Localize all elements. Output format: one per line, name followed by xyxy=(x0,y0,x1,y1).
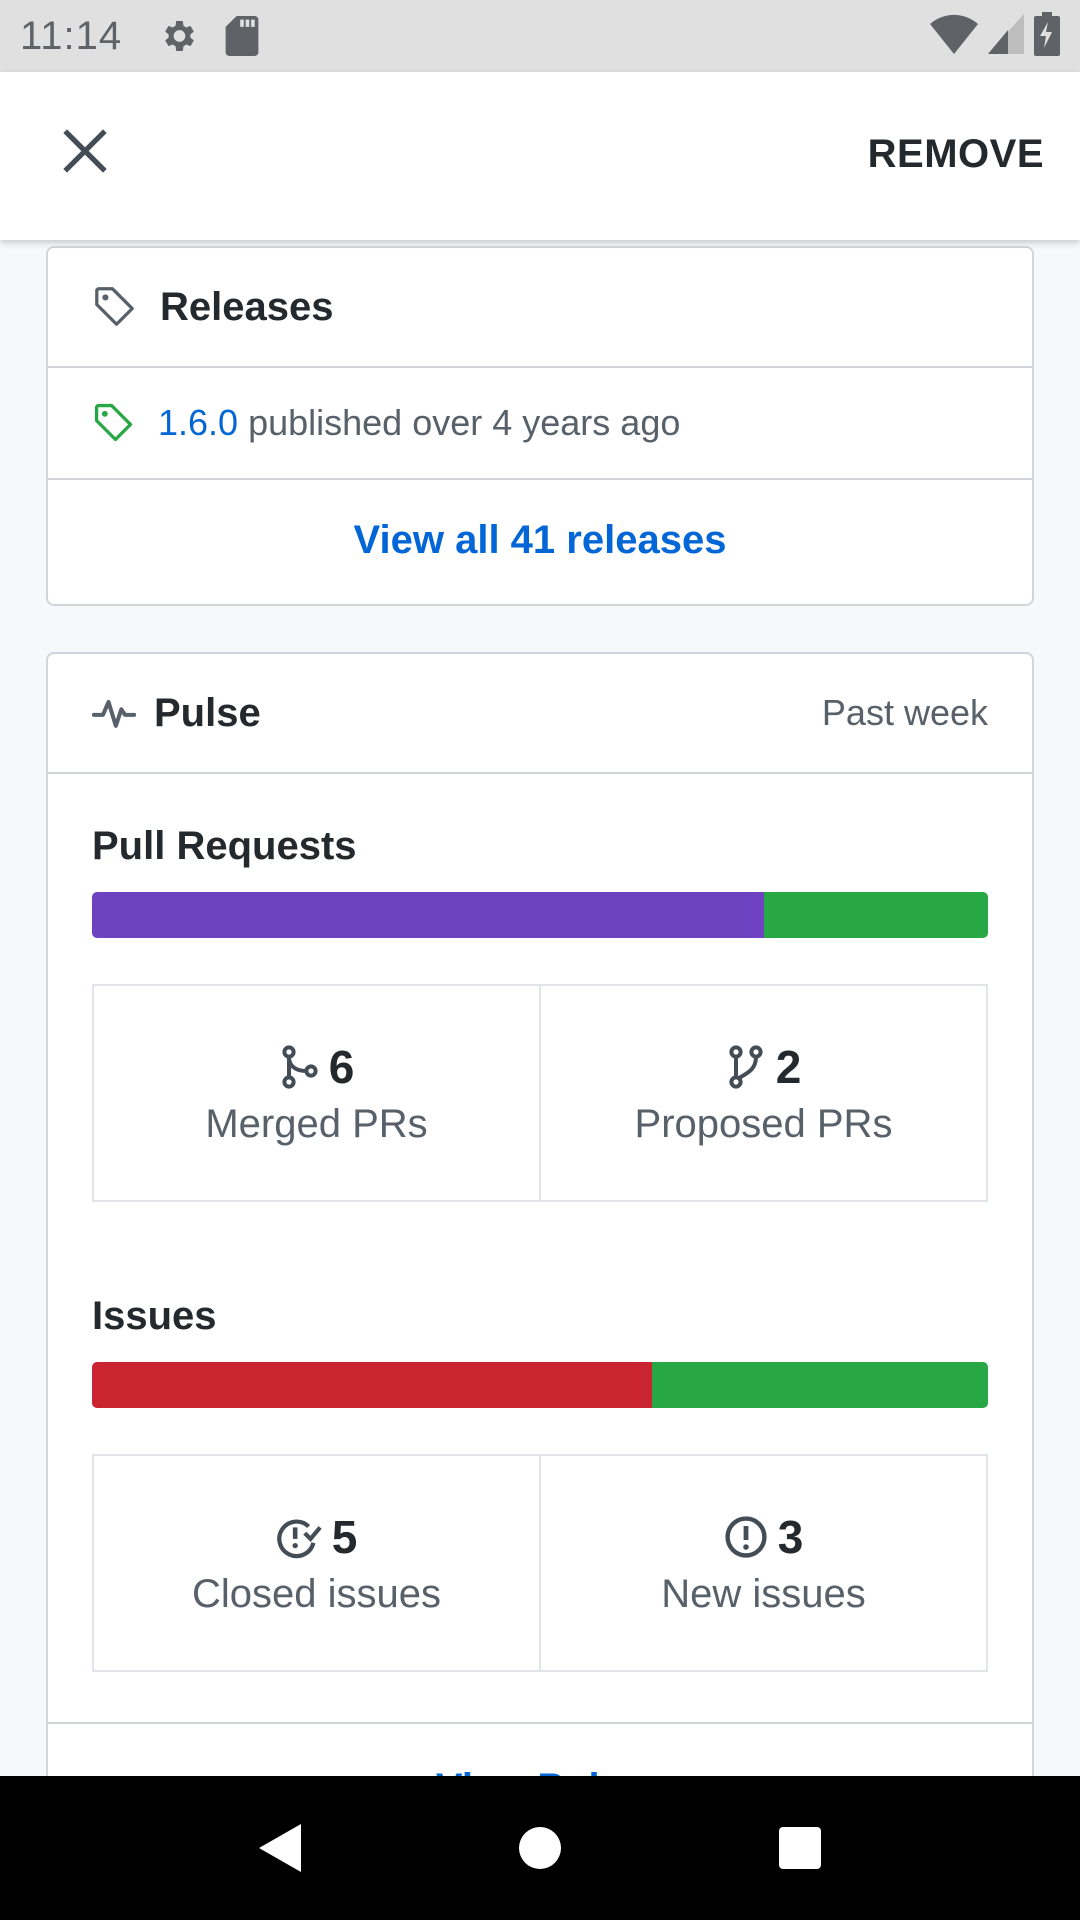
remove-button[interactable]: REMOVE xyxy=(868,132,1044,177)
closed-issues-stat[interactable]: 5 Closed issues xyxy=(94,1456,539,1670)
home-button[interactable] xyxy=(495,1803,585,1893)
new-issues-count: 3 xyxy=(777,1510,804,1563)
releases-card: Releases 1.6.0 published over 4 years ag… xyxy=(46,246,1034,606)
status-bar: 11:14 xyxy=(0,0,1080,72)
pull-requests-stats: 6 Merged PRs 2 Proposed PRs xyxy=(92,984,988,1202)
close-button[interactable] xyxy=(50,118,120,188)
tag-icon xyxy=(92,284,138,330)
view-all-releases-link[interactable]: View all 41 releases xyxy=(48,480,1032,600)
new-bar-segment xyxy=(652,1362,988,1408)
pull-requests-title: Pull Requests xyxy=(92,824,357,868)
issue-opened-icon xyxy=(724,1515,768,1559)
status-icons xyxy=(930,11,1060,61)
releases-title: Releases xyxy=(160,284,334,329)
navigation-bar xyxy=(0,1776,1080,1920)
issues-stats: 5 Closed issues 3 New issues xyxy=(92,1454,988,1672)
view-pulse-row: View Pulse xyxy=(48,1722,1032,1776)
gear-icon xyxy=(158,14,202,58)
merged-bar-segment xyxy=(92,892,764,938)
pulse-icon xyxy=(92,693,136,733)
git-merge-icon xyxy=(279,1044,319,1089)
view-pulse-link[interactable]: View Pulse xyxy=(436,1766,644,1776)
closed-issues-label: Closed issues xyxy=(191,1571,441,1616)
pulse-period: Past week xyxy=(821,692,988,733)
proposed-bar-segment xyxy=(764,892,988,938)
proposed-prs-stat[interactable]: 2 Proposed PRs xyxy=(539,986,986,1200)
back-button[interactable] xyxy=(235,1803,325,1893)
pulse-header: Pulse Past week xyxy=(48,654,1032,774)
signal-icon xyxy=(988,13,1024,59)
back-icon xyxy=(257,1822,303,1874)
git-pull-request-icon xyxy=(726,1044,766,1089)
latest-release[interactable]: 1.6.0 published over 4 years ago xyxy=(48,368,1032,480)
closed-bar-segment xyxy=(92,1362,652,1408)
wifi-icon xyxy=(930,14,978,59)
merged-prs-count: 6 xyxy=(328,1040,355,1093)
release-version-link[interactable]: 1.6.0 xyxy=(158,402,238,444)
pulse-card: Pulse Past week Pull Requests 6 Merged P… xyxy=(46,652,1034,1776)
home-icon xyxy=(518,1826,562,1870)
proposed-prs-count: 2 xyxy=(775,1040,802,1093)
sd-card-icon xyxy=(224,14,268,58)
issues-title: Issues xyxy=(92,1294,217,1338)
releases-header: Releases xyxy=(48,248,1032,368)
close-icon xyxy=(61,127,109,180)
pulse-title: Pulse xyxy=(154,690,261,735)
closed-issues-count: 5 xyxy=(331,1510,358,1563)
proposed-prs-label: Proposed PRs xyxy=(634,1101,893,1146)
new-issues-stat[interactable]: 3 New issues xyxy=(539,1456,986,1670)
issue-closed-icon xyxy=(276,1515,322,1559)
content-scroll[interactable]: Releases 1.6.0 published over 4 years ag… xyxy=(0,240,1080,1776)
merged-prs-label: Merged PRs xyxy=(205,1101,428,1146)
pull-requests-bar xyxy=(92,892,988,938)
battery-charging-icon xyxy=(1034,11,1060,61)
recents-button[interactable] xyxy=(755,1803,845,1893)
issues-bar xyxy=(92,1362,988,1408)
status-time: 11:14 xyxy=(20,13,123,58)
new-issues-label: New issues xyxy=(661,1571,866,1616)
release-published-text: published over 4 years ago xyxy=(248,402,681,443)
merged-prs-stat[interactable]: 6 Merged PRs xyxy=(94,986,539,1200)
recents-icon xyxy=(778,1826,822,1870)
tag-icon xyxy=(92,401,136,445)
app-bar: REMOVE xyxy=(0,72,1080,240)
